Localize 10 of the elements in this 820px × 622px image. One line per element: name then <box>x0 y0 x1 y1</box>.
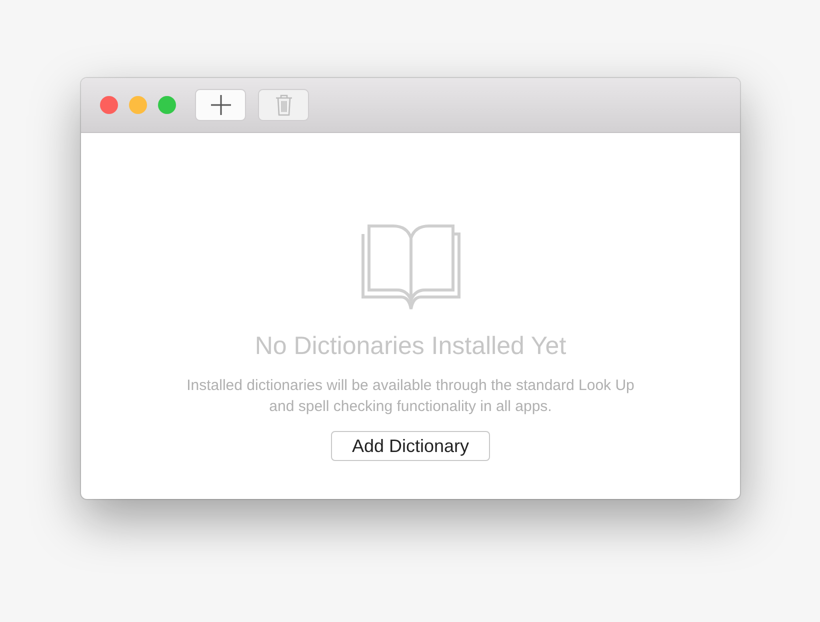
empty-state-description: Installed dictionaries will be available through the standard Look Up and spell checking functionality in all apps. <box>186 376 636 417</box>
close-button[interactable] <box>100 96 118 114</box>
zoom-button[interactable] <box>158 96 176 114</box>
empty-state-title: No Dictionaries Installed Yet <box>254 332 566 361</box>
trash-icon <box>274 94 292 116</box>
minimize-button[interactable] <box>129 96 147 114</box>
add-button[interactable] <box>195 89 246 121</box>
add-dictionary-button[interactable]: Add Dictionary <box>330 431 490 461</box>
book-icon <box>360 222 460 312</box>
plus-icon <box>210 94 232 116</box>
